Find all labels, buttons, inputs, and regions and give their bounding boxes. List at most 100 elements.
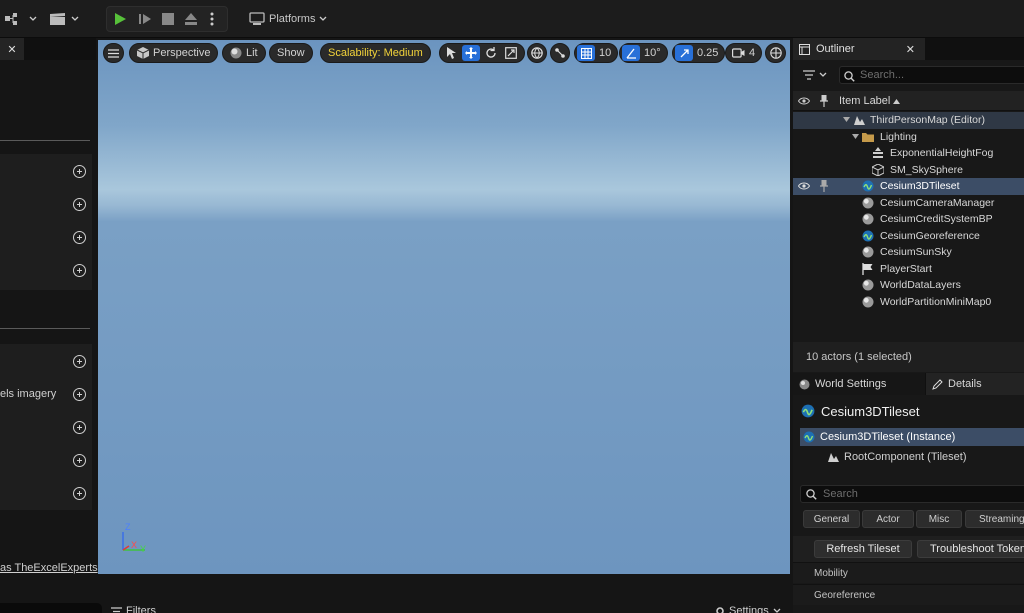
tree-row-actor[interactable]: CesiumCameraManager <box>793 195 1024 212</box>
scale-snap-toggle[interactable] <box>675 45 693 61</box>
viewport-layout-button[interactable] <box>765 43 786 63</box>
troubleshoot-token-button[interactable]: Troubleshoot Token <box>917 540 1024 558</box>
viewport-menu-button[interactable] <box>103 43 124 63</box>
section-mobility[interactable]: Mobility <box>793 562 1024 583</box>
rotate-tool-button[interactable] <box>482 44 500 62</box>
tree-row-actor[interactable]: PlayerStart <box>793 261 1024 278</box>
tree-row-actor[interactable]: CesiumGeoreference <box>793 228 1024 245</box>
pin-icon[interactable] <box>820 95 828 107</box>
details-search-input[interactable]: Search <box>800 485 1024 503</box>
category-general-button[interactable]: General <box>803 510 860 528</box>
eye-icon[interactable] <box>798 182 810 190</box>
tree-row-actor[interactable]: CesiumCreditSystemBP <box>793 211 1024 228</box>
add-circle-icon[interactable] <box>73 264 86 277</box>
level-viewport[interactable]: Perspective Lit Show Scalability: Medium <box>98 40 790 574</box>
camera-speed-button[interactable]: 4 <box>725 43 763 63</box>
blueprint-icon <box>5 13 17 25</box>
view-mode-button[interactable]: Lit <box>222 43 266 63</box>
item-label-column[interactable]: Item Label <box>839 95 890 107</box>
root-component-row[interactable]: RootComponent (Tileset) <box>827 448 966 466</box>
camera-speed-value: 4 <box>749 47 756 59</box>
section-georeference[interactable]: Georeference <box>793 584 1024 605</box>
gear-icon <box>716 607 724 613</box>
left-panel: ✕ els imagery as TheExcelExperts <box>0 38 98 575</box>
outliner-status: 10 actors (1 selected) <box>793 342 1024 372</box>
category-misc-button[interactable]: Misc <box>916 510 962 528</box>
show-button[interactable]: Show <box>269 43 313 63</box>
grid-snap-toggle[interactable] <box>577 45 595 61</box>
tree-row-actor[interactable]: WorldPartitionMiniMap0 <box>793 294 1024 311</box>
world-settings-tab[interactable]: World Settings <box>793 373 925 395</box>
category-actor-button[interactable]: Actor <box>862 510 914 528</box>
details-tab[interactable]: Details <box>926 373 1024 395</box>
tree-row-actor[interactable]: SM_SkySphere <box>793 162 1024 179</box>
content-browser-tab[interactable] <box>0 603 102 613</box>
search-icon <box>806 489 817 500</box>
outliner-tab[interactable]: Outliner ✕ <box>793 38 925 60</box>
rotation-snap-toggle[interactable] <box>622 45 640 61</box>
instance-label: Cesium3DTileset (Instance) <box>820 431 956 443</box>
list-item: els imagery <box>0 379 92 411</box>
pin-icon[interactable] <box>820 180 828 192</box>
component-instance-row[interactable]: Cesium3DTileset (Instance) <box>800 428 1024 446</box>
grid-snap-value: 10 <box>599 47 612 59</box>
scale-snap-control[interactable]: 0.25 <box>672 43 726 63</box>
tree-row-map[interactable]: ThirdPersonMap (Editor) <box>793 112 1024 129</box>
add-circle-icon[interactable] <box>73 231 86 244</box>
static-mesh-icon <box>872 163 884 176</box>
left-panel-tab-strip <box>24 38 96 60</box>
platforms-button[interactable]: Platforms <box>244 7 332 31</box>
surface-snap-toggle[interactable] <box>550 43 570 63</box>
scalability-button[interactable]: Scalability: Medium <box>320 43 431 63</box>
advance-frame-button[interactable] <box>133 7 157 31</box>
add-circle-icon[interactable] <box>73 165 86 178</box>
root-component-label: RootComponent (Tileset) <box>844 451 967 463</box>
tree-row-selected[interactable]: Cesium3DTileset <box>793 178 1024 195</box>
chevron-down-icon <box>819 72 827 77</box>
add-circle-icon[interactable] <box>73 454 86 467</box>
lit-sphere-icon <box>230 47 242 59</box>
tree-label: CesiumGeoreference <box>880 229 980 242</box>
cinematics-button[interactable] <box>44 7 84 31</box>
add-circle-icon[interactable] <box>73 355 86 368</box>
tree-label: PlayerStart <box>880 262 932 275</box>
outliner-search-input[interactable]: Search... <box>839 66 1024 84</box>
settings-button[interactable]: Settings <box>715 605 781 613</box>
add-circle-icon[interactable] <box>73 198 86 211</box>
play-options-button[interactable] <box>203 7 221 31</box>
play-controls <box>106 6 228 32</box>
folder-icon <box>862 132 874 142</box>
tree-row-actor[interactable]: WorldDataLayers <box>793 277 1024 294</box>
scale-tool-button[interactable] <box>502 44 520 62</box>
expand-arrow-icon[interactable] <box>843 117 850 122</box>
world-local-toggle[interactable] <box>527 43 547 63</box>
translate-tool-button[interactable] <box>462 45 480 61</box>
expand-arrow-icon[interactable] <box>852 133 859 139</box>
add-circle-icon[interactable] <box>73 487 86 500</box>
mode-selector-button[interactable] <box>0 7 42 31</box>
refresh-tileset-button[interactable]: Refresh Tileset <box>814 540 912 558</box>
play-button[interactable] <box>107 7 133 31</box>
tree-row-actor[interactable]: ExponentialHeightFog <box>793 145 1024 162</box>
tree-row-actor[interactable]: CesiumSunSky <box>793 244 1024 261</box>
eject-button[interactable] <box>179 7 203 31</box>
filters-button[interactable]: Filters <box>111 605 156 613</box>
perspective-button[interactable]: Perspective <box>129 43 219 63</box>
left-panel-tab-close[interactable]: ✕ <box>0 38 24 60</box>
divider <box>0 328 90 329</box>
select-tool-button[interactable] <box>442 44 460 62</box>
add-circle-icon[interactable] <box>73 421 86 434</box>
tree-row-folder[interactable]: Lighting <box>793 129 1024 146</box>
stop-button[interactable] <box>157 7 179 31</box>
angle-icon <box>625 48 636 59</box>
category-streaming-button[interactable]: Streaming <box>965 510 1024 528</box>
credit-link[interactable]: as TheExcelExperts <box>0 562 98 574</box>
divider <box>0 140 90 141</box>
close-icon[interactable]: ✕ <box>906 43 915 56</box>
grid-snap-control[interactable]: 10 <box>574 43 619 63</box>
filter-button[interactable] <box>803 70 827 80</box>
rotation-snap-control[interactable]: 10° <box>619 43 668 63</box>
add-circle-icon[interactable] <box>73 388 86 401</box>
fog-icon <box>873 147 883 158</box>
eye-icon[interactable] <box>798 97 810 105</box>
